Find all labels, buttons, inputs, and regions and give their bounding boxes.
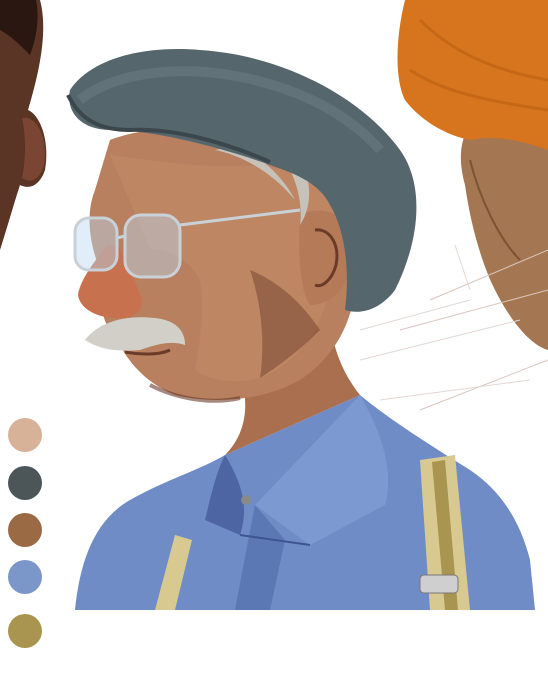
painting-canvas [0,0,548,680]
swatch-shirt-blue [8,560,42,594]
color-palette [8,418,48,658]
swatch-cap-slate [8,466,42,500]
swatch-skin-brown [8,513,42,547]
swatch-skin-light [8,418,42,452]
swatch-suspender-olive [8,614,42,648]
